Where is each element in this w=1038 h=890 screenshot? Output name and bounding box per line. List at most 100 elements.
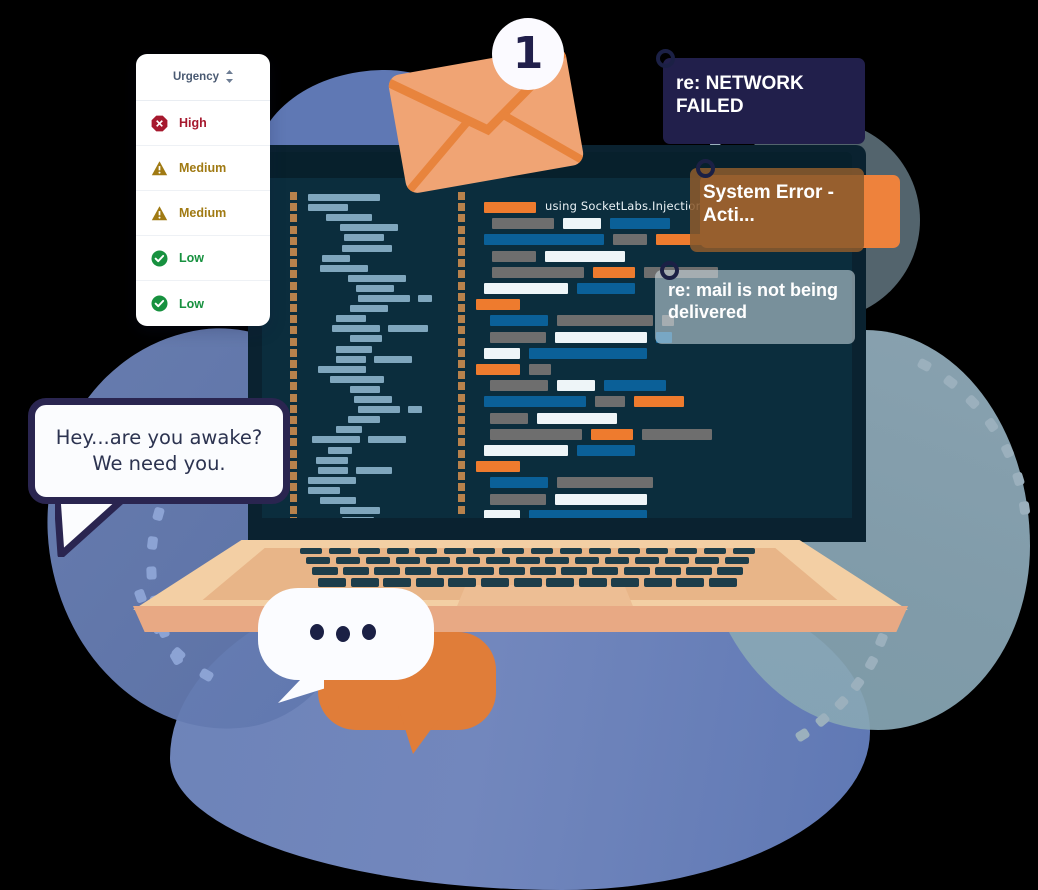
keyboard-key[interactable] (546, 578, 575, 587)
note-system-error[interactable]: System Error - Acti... (690, 159, 864, 252)
keyboard-key[interactable] (343, 567, 370, 575)
line-number-marker (290, 292, 297, 301)
code-line (328, 446, 352, 454)
keyboard-key[interactable] (415, 578, 444, 587)
keyboard-key[interactable] (575, 557, 600, 564)
keyboard-key[interactable] (530, 567, 557, 575)
keyboard-key[interactable] (559, 548, 582, 554)
keyboard-key[interactable] (365, 557, 390, 564)
keyboard-key[interactable] (425, 557, 450, 564)
keyboard-key[interactable] (405, 567, 432, 575)
keyboard-key[interactable] (605, 557, 630, 564)
keyboard-key[interactable] (709, 578, 737, 587)
code-token (529, 509, 647, 518)
keyboard-key[interactable] (300, 548, 322, 554)
keyboard-key[interactable] (654, 567, 681, 575)
keyboard-key[interactable] (695, 557, 720, 564)
keyboard-key[interactable] (676, 578, 705, 587)
urgency-row[interactable]: High (136, 101, 270, 146)
urgency-row[interactable]: Low (136, 236, 270, 281)
keyboard-key[interactable] (704, 548, 727, 554)
keyboard-key[interactable] (444, 548, 467, 554)
urgency-row-label: Medium (179, 206, 227, 220)
typing-dot (362, 624, 376, 640)
keyboard-key[interactable] (383, 578, 412, 587)
keyboard-key[interactable] (733, 548, 755, 554)
keyboard-key[interactable] (725, 557, 749, 564)
code-line (318, 466, 348, 474)
keyboard-key[interactable] (530, 548, 553, 554)
line-number-marker (290, 192, 297, 200)
keyboard-key[interactable] (415, 548, 438, 554)
keyboard-key[interactable] (635, 557, 660, 564)
note-pin-icon (656, 49, 675, 68)
keyboard-key[interactable] (665, 557, 690, 564)
keyboard-key[interactable] (643, 578, 672, 587)
keyboard-key[interactable] (357, 548, 380, 554)
line-number-marker (458, 292, 465, 301)
line-number-marker (458, 281, 465, 290)
urgency-row-label: Low (179, 251, 204, 265)
code-token (545, 250, 625, 262)
keyboard-key[interactable] (318, 578, 346, 587)
line-number-marker (458, 483, 465, 492)
keyboard-key[interactable] (328, 548, 351, 554)
keyboard-key[interactable] (588, 548, 611, 554)
code-line (358, 406, 400, 414)
code-line (374, 355, 412, 363)
code-token (484, 234, 604, 246)
line-number-marker (290, 416, 297, 424)
decorative-dash (146, 566, 157, 580)
code-line (340, 224, 398, 232)
code-token (577, 283, 635, 294)
line-number-marker (290, 449, 297, 458)
code-line (344, 234, 384, 242)
keyboard-key[interactable] (350, 578, 379, 587)
keyboard-key[interactable] (515, 557, 540, 564)
keyboard-key[interactable] (473, 548, 496, 554)
keyboard-key[interactable] (374, 567, 401, 575)
code-line (348, 416, 380, 424)
keyboard-key[interactable] (467, 567, 494, 575)
keyboard-key[interactable] (395, 557, 420, 564)
note-network-failed[interactable]: re: NETWORK FAILED (656, 49, 865, 144)
typing-dot (310, 624, 324, 640)
keyboard-key[interactable] (592, 567, 619, 575)
keyboard-key[interactable] (386, 548, 409, 554)
keyboard-key[interactable] (485, 557, 510, 564)
urgency-row[interactable]: Low (136, 281, 270, 326)
keyboard-key[interactable] (685, 567, 712, 575)
keyboard-key[interactable] (717, 567, 743, 575)
urgency-row[interactable]: Medium (136, 191, 270, 236)
keyboard-key[interactable] (675, 548, 698, 554)
urgency-row[interactable]: Medium (136, 146, 270, 191)
keyboard-key[interactable] (480, 578, 509, 587)
keyboard-key[interactable] (513, 578, 542, 587)
keyboard-key[interactable] (617, 548, 640, 554)
keyboard-key[interactable] (306, 557, 330, 564)
note-mail-not-delivered[interactable]: re: mail is not being delivered (655, 261, 855, 344)
keyboard-key[interactable] (623, 567, 650, 575)
keyboard-key[interactable] (498, 567, 525, 575)
keyboard-key[interactable] (578, 578, 607, 587)
keyboard-key[interactable] (611, 578, 640, 587)
keyboard-key[interactable] (646, 548, 669, 554)
code-token (555, 331, 647, 343)
keyboard-key[interactable] (448, 578, 477, 587)
line-number-marker (290, 348, 297, 357)
code-line (308, 204, 348, 212)
keyboard-key[interactable] (335, 557, 360, 564)
code-token (529, 364, 551, 375)
keyboard-key[interactable] (455, 557, 480, 564)
keyboard-key[interactable] (436, 567, 463, 575)
keyboard-key[interactable] (312, 567, 338, 575)
code-line (354, 396, 392, 403)
sort-arrows-icon[interactable] (225, 69, 234, 85)
keyboard-key[interactable] (545, 557, 570, 564)
code-token (537, 412, 617, 424)
urgency-header[interactable]: Urgency (136, 54, 270, 101)
keyboard-key[interactable] (502, 548, 525, 554)
line-number-marker (290, 337, 297, 346)
keyboard-key[interactable] (561, 567, 588, 575)
note-pin-icon (696, 159, 715, 178)
